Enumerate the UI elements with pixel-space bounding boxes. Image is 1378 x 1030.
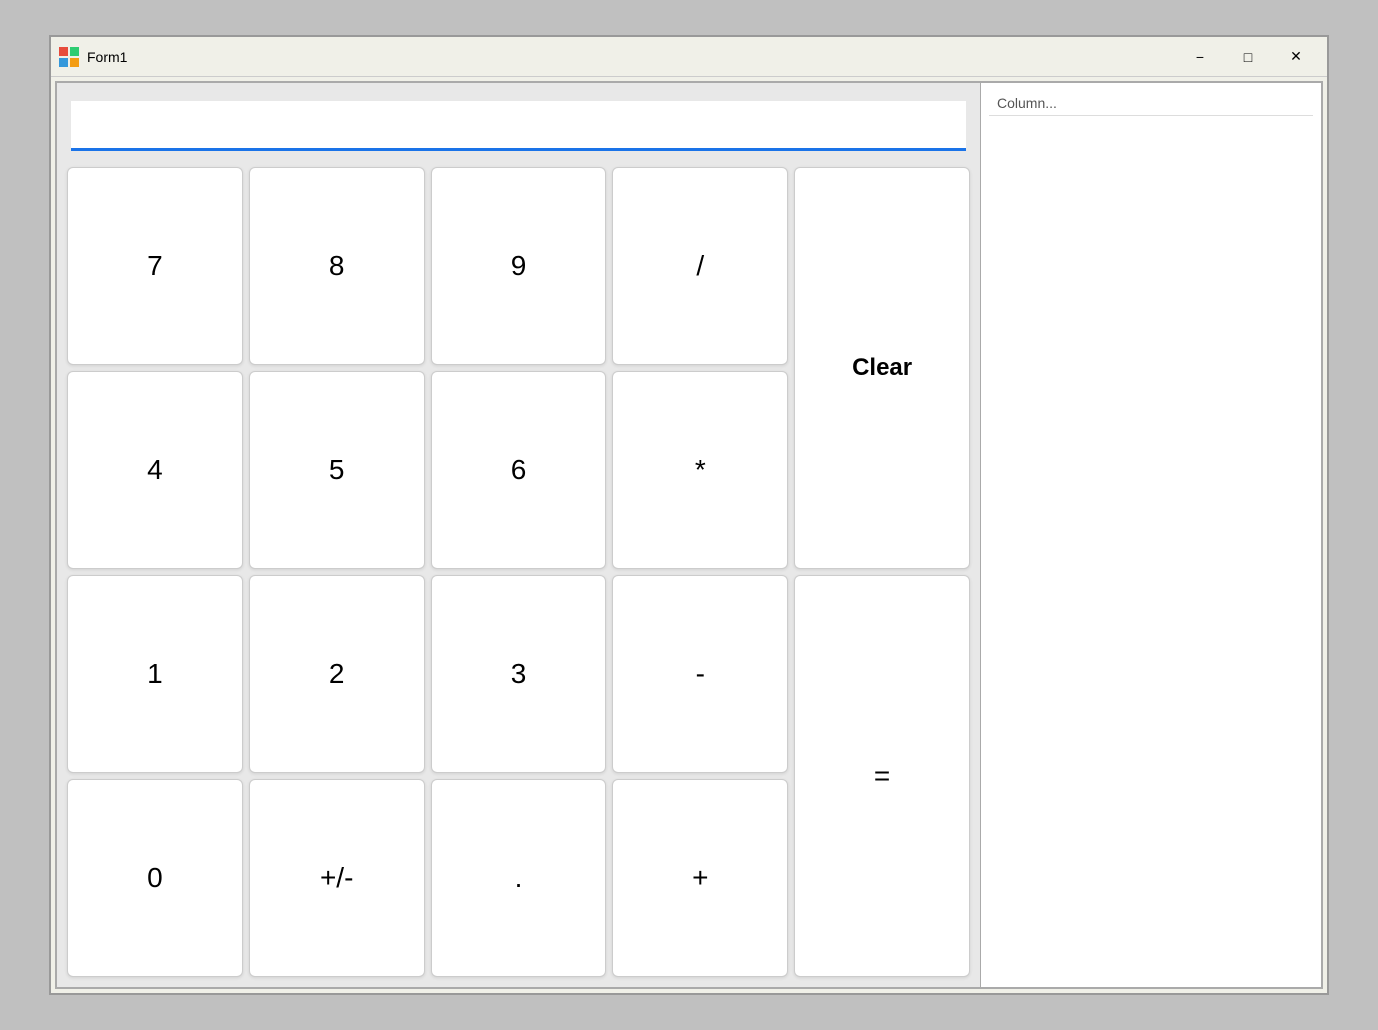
display-area — [67, 93, 970, 159]
btn-6[interactable]: 6 — [431, 371, 607, 569]
window-controls: − □ ✕ — [1177, 42, 1319, 72]
display-input[interactable] — [71, 101, 966, 151]
buttons-grid: 7 8 9 / Clear 4 5 6 * 1 2 3 - = 0 — [67, 167, 970, 977]
app-icon — [59, 47, 79, 67]
btn-0[interactable]: 0 — [67, 779, 243, 977]
column-label: Column... — [989, 91, 1313, 116]
btn-subtract[interactable]: - — [612, 575, 788, 773]
right-panel: Column... — [981, 83, 1321, 987]
btn-plusminus[interactable]: +/- — [249, 779, 425, 977]
btn-divide[interactable]: / — [612, 167, 788, 365]
btn-5[interactable]: 5 — [249, 371, 425, 569]
close-button[interactable]: ✕ — [1273, 42, 1319, 72]
btn-clear[interactable]: Clear — [794, 167, 970, 569]
main-window: Form1 − □ ✕ 7 8 9 / Clear 4 — [49, 35, 1329, 995]
btn-equals[interactable]: = — [794, 575, 970, 977]
btn-3[interactable]: 3 — [431, 575, 607, 773]
window-body: 7 8 9 / Clear 4 5 6 * 1 2 3 - = 0 — [55, 81, 1323, 989]
btn-decimal[interactable]: . — [431, 779, 607, 977]
btn-9[interactable]: 9 — [431, 167, 607, 365]
maximize-button[interactable]: □ — [1225, 42, 1271, 72]
btn-7[interactable]: 7 — [67, 167, 243, 365]
btn-1[interactable]: 1 — [67, 575, 243, 773]
btn-8[interactable]: 8 — [249, 167, 425, 365]
title-bar: Form1 − □ ✕ — [51, 37, 1327, 77]
btn-4[interactable]: 4 — [67, 371, 243, 569]
btn-add[interactable]: + — [612, 779, 788, 977]
window-title: Form1 — [87, 49, 1177, 65]
btn-2[interactable]: 2 — [249, 575, 425, 773]
btn-multiply[interactable]: * — [612, 371, 788, 569]
minimize-button[interactable]: − — [1177, 42, 1223, 72]
calculator-panel: 7 8 9 / Clear 4 5 6 * 1 2 3 - = 0 — [57, 83, 981, 987]
